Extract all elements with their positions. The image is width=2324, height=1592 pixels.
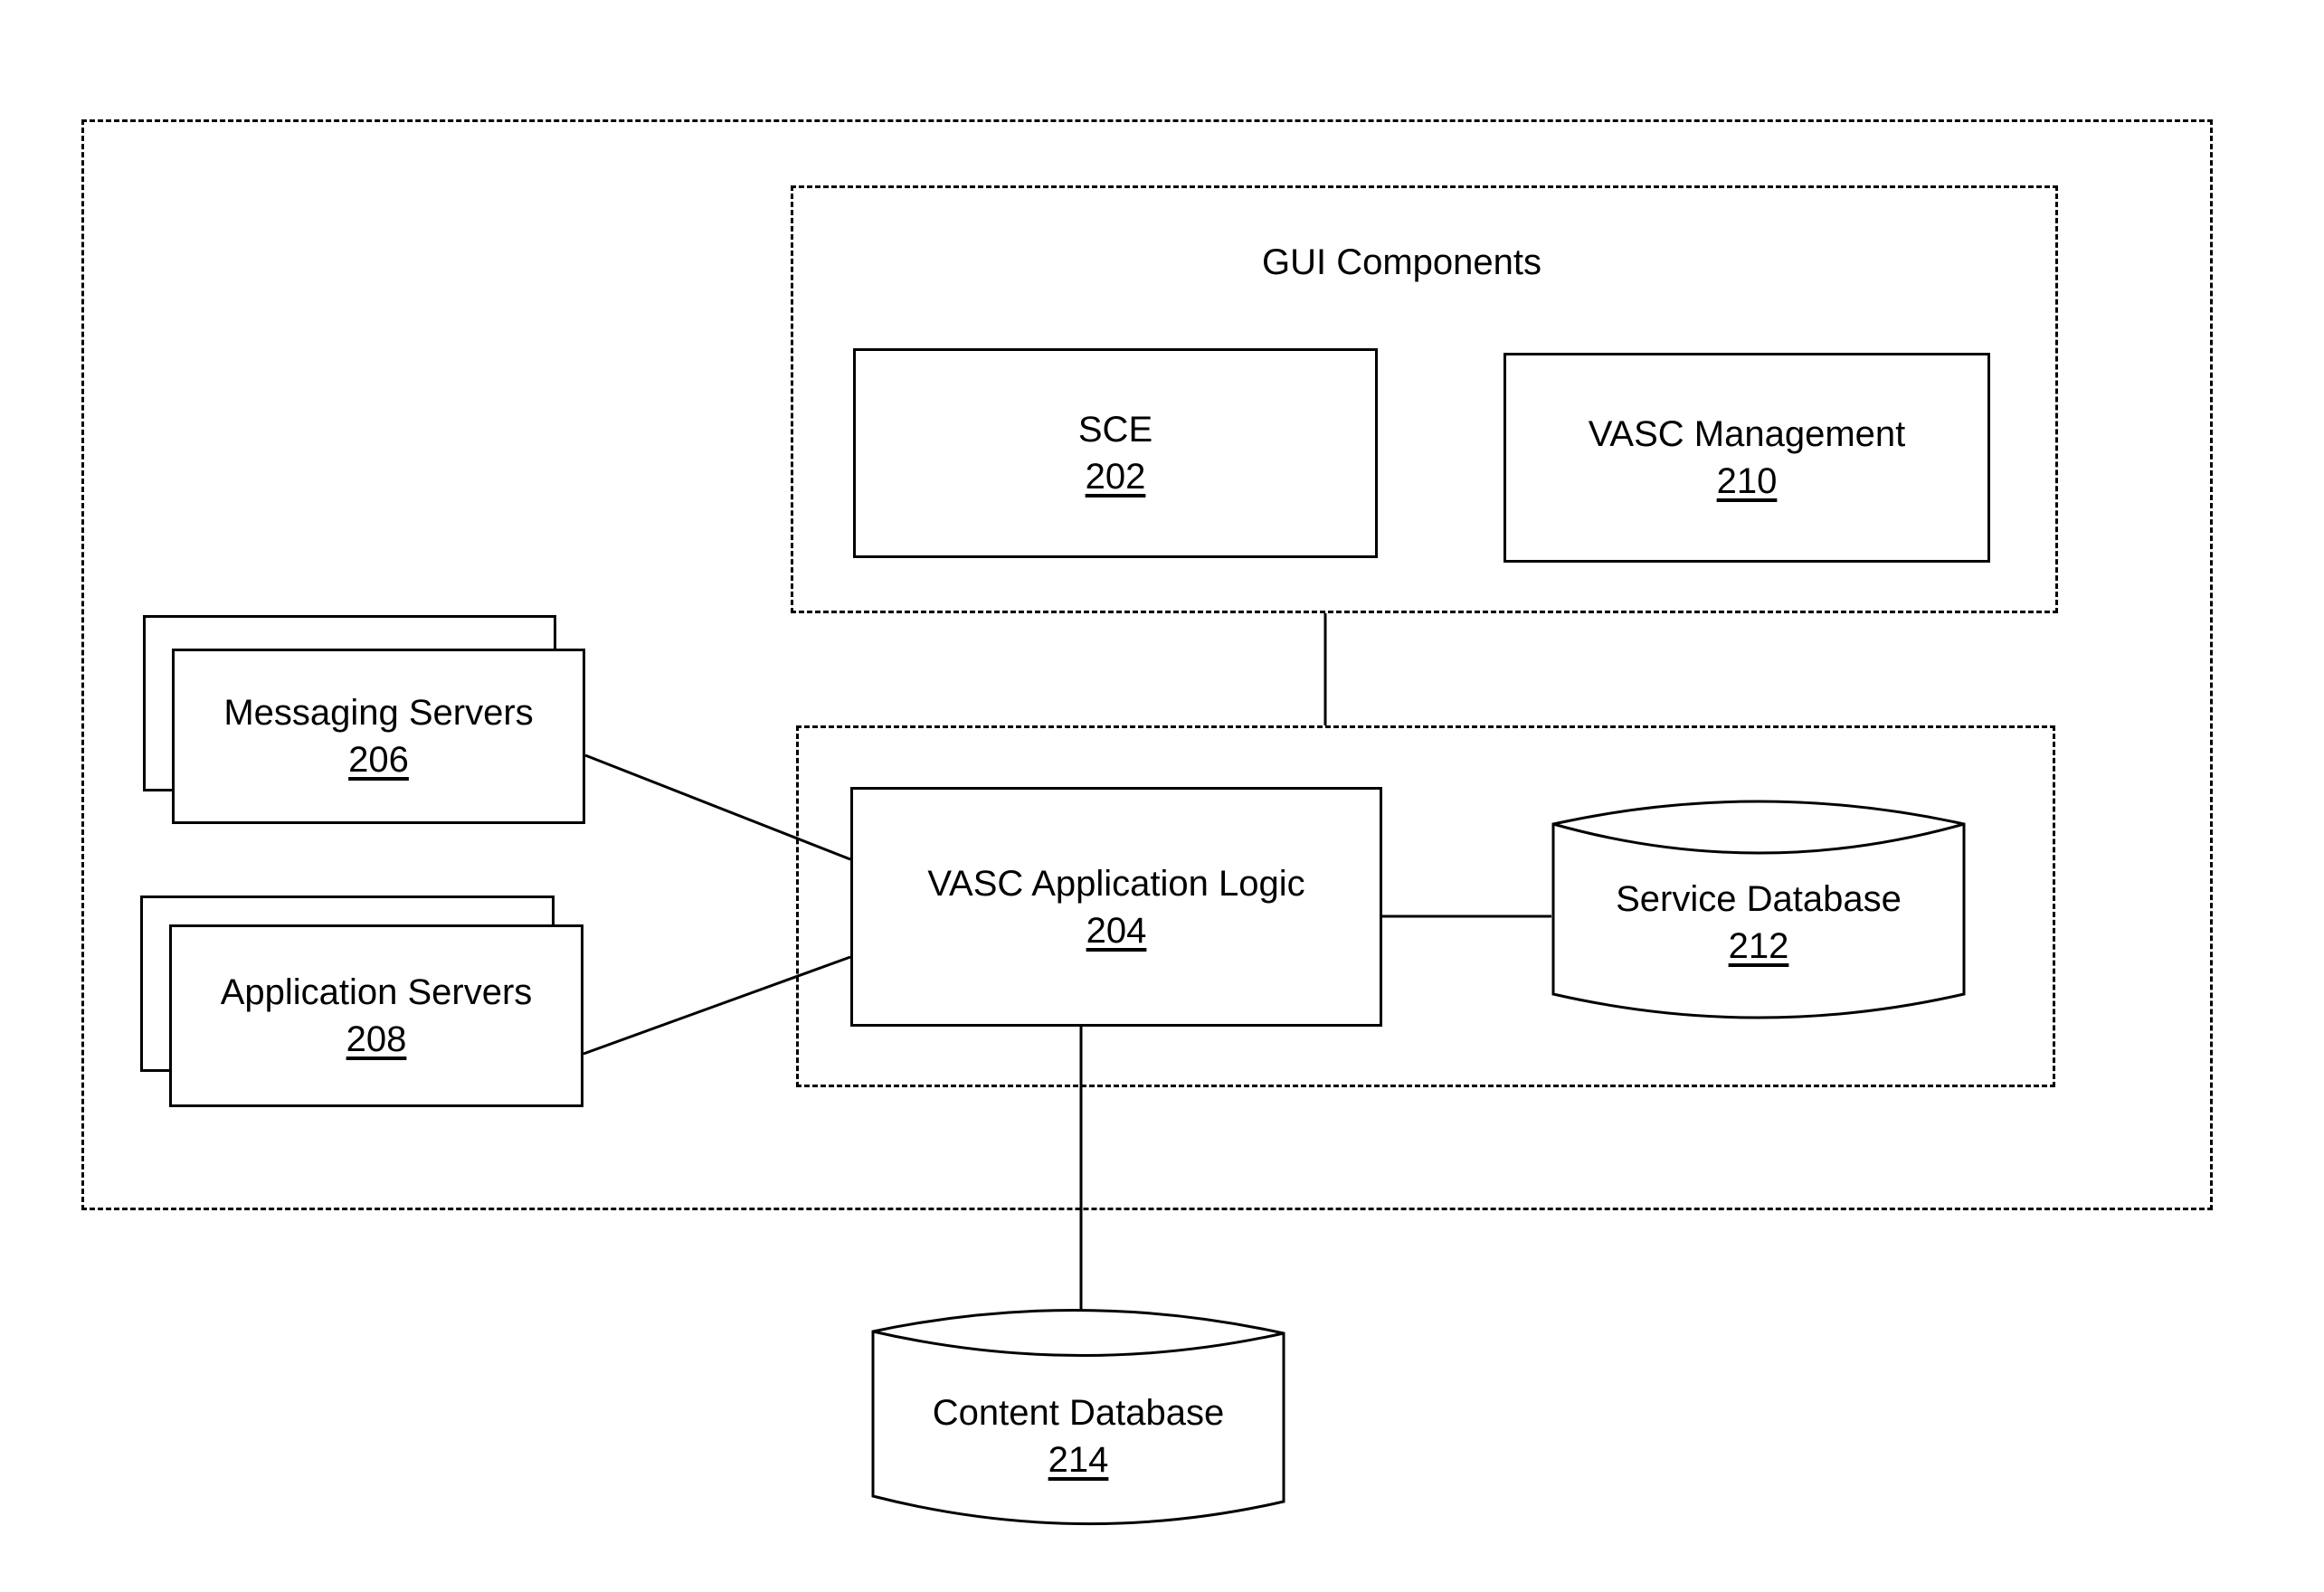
sce-label: SCE: [1077, 410, 1153, 450]
content-database-ref: 214: [1048, 1440, 1109, 1480]
messaging-servers-label: Messaging Servers: [223, 693, 534, 733]
messaging-servers-ref: 206: [348, 740, 409, 780]
vasc-application-logic-ref: 204: [1086, 910, 1147, 951]
content-database-cylinder[interactable]: Content Database 214: [869, 1306, 1287, 1534]
application-servers-label: Application Servers: [220, 972, 533, 1012]
application-servers-ref: 208: [346, 1019, 407, 1059]
service-database-ref: 212: [1728, 926, 1789, 966]
sce-ref: 202: [1085, 457, 1146, 497]
gui-components-title: GUI Components: [1262, 242, 1542, 282]
vasc-application-logic-label: VASC Application Logic: [927, 863, 1305, 904]
content-database-label: Content Database: [932, 1393, 1225, 1433]
application-servers-block[interactable]: Application Servers 208: [169, 924, 583, 1107]
service-database-label: Service Database: [1616, 879, 1902, 919]
messaging-servers-block[interactable]: Messaging Servers 206: [172, 649, 585, 824]
service-database-cylinder[interactable]: Service Database 212: [1550, 791, 1968, 1027]
vasc-application-logic-block[interactable]: VASC Application Logic 204: [850, 787, 1382, 1027]
sce-block[interactable]: SCE 202: [853, 348, 1378, 558]
vasc-management-ref: 210: [1716, 461, 1778, 501]
vasc-management-label: VASC Management: [1588, 414, 1906, 454]
vasc-management-block[interactable]: VASC Management 210: [1503, 353, 1990, 563]
